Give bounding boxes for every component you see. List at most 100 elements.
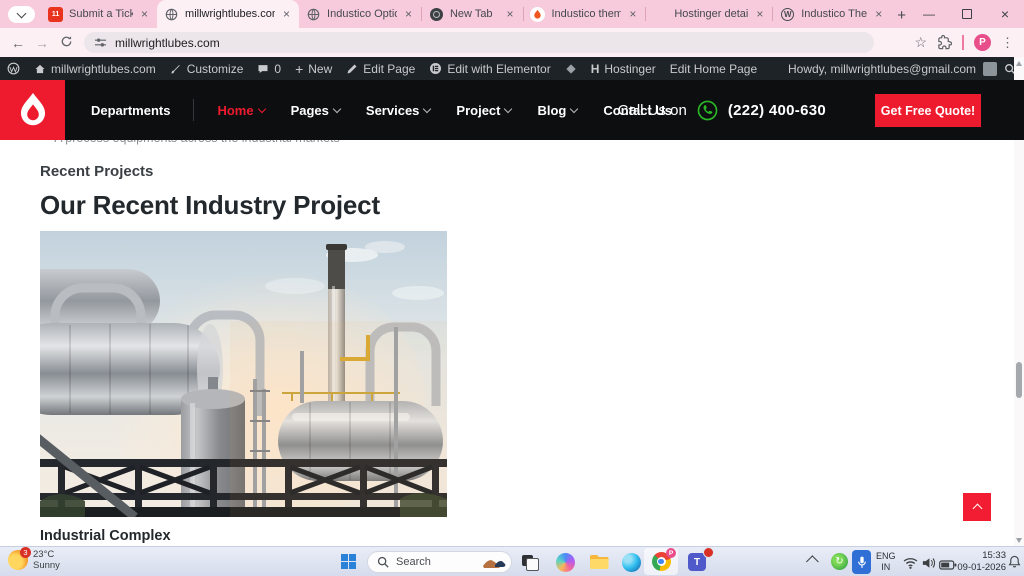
tray-expand-icon[interactable] <box>806 555 819 568</box>
wordpress-icon <box>7 62 20 75</box>
chevron-down-icon <box>423 104 431 112</box>
new-label: New <box>308 62 332 76</box>
site-info-icon[interactable] <box>94 36 107 49</box>
search-icon <box>377 556 389 568</box>
phone-number[interactable]: (222) 400-630 <box>728 102 826 119</box>
bookmark-star-icon[interactable]: ☆ <box>914 34 927 51</box>
start-button[interactable] <box>341 554 356 569</box>
get-free-quote-button[interactable]: Get Free Quote! <box>875 94 981 127</box>
tab-new-tab[interactable]: New Tab × <box>422 0 523 28</box>
close-icon[interactable]: × <box>505 7 516 21</box>
scrollbar-thumb[interactable] <box>1016 362 1022 398</box>
diamond-icon <box>565 63 577 75</box>
tab-search-button[interactable] <box>8 6 35 23</box>
maximize-button[interactable] <box>948 0 986 28</box>
admin-plugin-diamond[interactable] <box>558 57 584 80</box>
admin-new[interactable]: + New <box>288 57 339 80</box>
back-button[interactable]: ← <box>6 35 30 51</box>
tray-update-icon[interactable]: ↻ <box>831 553 848 570</box>
tab-submit-ticket[interactable]: 11 Submit a Ticket - #19 × <box>41 0 157 28</box>
screen: 11 Submit a Ticket - #19 × millwrightlub… <box>0 0 1024 576</box>
microphone-button[interactable] <box>852 550 871 574</box>
howdy-label[interactable]: Howdy, millwrightlubes@gmail.com <box>788 62 976 76</box>
wifi-icon[interactable] <box>903 556 918 574</box>
close-window-button[interactable]: × <box>986 0 1024 28</box>
site-header: Departments Home Pages Services Project … <box>0 80 1024 140</box>
admin-site-name[interactable]: millwrightlubes.com <box>27 57 163 80</box>
weather-widget[interactable]: 3 23°C Sunny <box>8 549 60 571</box>
admin-hostinger[interactable]: H Hostinger <box>584 57 663 80</box>
admin-comments[interactable]: 0 <box>250 57 288 80</box>
chrome-button[interactable]: P <box>644 548 678 575</box>
address-bar[interactable]: millwrightlubes.com <box>84 32 874 53</box>
nav-label: Blog <box>537 103 566 118</box>
new-tab-button[interactable]: + <box>897 7 906 24</box>
close-icon[interactable]: × <box>627 7 638 21</box>
tab-industico-options[interactable]: Industico Options ‹ m × <box>299 0 421 28</box>
nav-departments[interactable]: Departments <box>78 103 183 118</box>
scrollbar-up-button[interactable] <box>1014 57 1024 69</box>
taskbar-search[interactable]: Search <box>367 551 512 573</box>
scroll-to-top-button[interactable] <box>963 493 991 521</box>
notification-bell-icon[interactable] <box>1008 555 1021 573</box>
divider <box>962 35 964 50</box>
file-explorer-button[interactable] <box>586 550 612 574</box>
task-view-button[interactable] <box>518 550 544 574</box>
minimize-button[interactable]: — <box>910 0 948 28</box>
edge-button[interactable] <box>618 550 644 574</box>
close-icon[interactable]: × <box>139 7 150 21</box>
nav-blog[interactable]: Blog <box>524 103 590 118</box>
close-icon[interactable]: × <box>403 7 414 21</box>
weather-text: 23°C Sunny <box>33 549 60 571</box>
project-image[interactable] <box>40 231 447 517</box>
clock[interactable]: 15:33 09-01-2026 <box>948 550 1006 574</box>
close-icon[interactable]: × <box>281 7 292 21</box>
close-icon[interactable]: × <box>873 7 884 21</box>
tray-time: 15:33 <box>948 550 1006 562</box>
menu-dots-icon[interactable]: ⋮ <box>1001 35 1014 51</box>
tab-title: Submit a Ticket - #19 <box>69 8 133 20</box>
hostinger-label: Hostinger <box>604 62 655 76</box>
forward-button[interactable]: → <box>30 35 54 51</box>
admin-site-label: millwrightlubes.com <box>51 62 156 76</box>
chevron-down-icon <box>504 104 512 112</box>
whatsapp-icon[interactable] <box>696 99 719 122</box>
chevron-down-icon <box>333 104 341 112</box>
profile-avatar[interactable]: P <box>974 34 991 51</box>
tab-title: Hostinger details <box>674 8 748 20</box>
admin-edit-page[interactable]: Edit Page <box>339 57 422 80</box>
tab-hostinger-details[interactable]: Hostinger details × <box>646 0 772 28</box>
volume-icon[interactable] <box>921 556 936 574</box>
scrollbar-down-button[interactable] <box>1014 534 1024 546</box>
weather-badge: 3 <box>20 547 31 558</box>
plus-icon: + <box>295 63 303 75</box>
admin-edit-home[interactable]: Edit Home Page <box>663 57 764 80</box>
chrome-profile-badge: P <box>666 548 676 558</box>
wordpress-favicon-icon: W <box>780 7 795 22</box>
close-icon[interactable]: × <box>754 7 765 21</box>
microphone-icon <box>857 555 867 570</box>
nav-project[interactable]: Project <box>443 103 524 118</box>
language-indicator[interactable]: ENG IN <box>876 551 896 573</box>
nav-pages[interactable]: Pages <box>278 103 353 118</box>
tab-industico-theme[interactable]: W Industico Theme Plu × <box>773 0 891 28</box>
teams-button[interactable]: T <box>684 550 710 574</box>
project-caption[interactable]: Industrial Complex <box>40 528 171 544</box>
weather-temp: 23°C <box>33 549 60 560</box>
site-logo[interactable] <box>0 80 65 140</box>
admin-edit-elementor[interactable]: Edit with Elementor <box>422 57 557 80</box>
nav-home[interactable]: Home <box>204 103 277 118</box>
extensions-icon[interactable] <box>937 35 952 50</box>
wp-admin-bar: millwrightlubes.com Customize 0 + New Ed… <box>0 57 1024 80</box>
tab-industico-docs[interactable]: Industico theme doc × <box>523 0 645 28</box>
admin-customize[interactable]: Customize <box>163 57 251 80</box>
language-line2: IN <box>876 562 896 573</box>
tab-millwrightlubes[interactable]: millwrightlubes.com × <box>157 0 299 28</box>
hostinger-icon: H <box>591 62 600 76</box>
reload-button[interactable] <box>54 35 78 51</box>
nav-services[interactable]: Services <box>353 103 444 118</box>
wp-logo-button[interactable] <box>0 57 27 80</box>
tab-title: New Tab <box>450 8 499 20</box>
copilot-button[interactable] <box>552 550 578 574</box>
call-us-label: Call Us on <box>618 102 687 119</box>
